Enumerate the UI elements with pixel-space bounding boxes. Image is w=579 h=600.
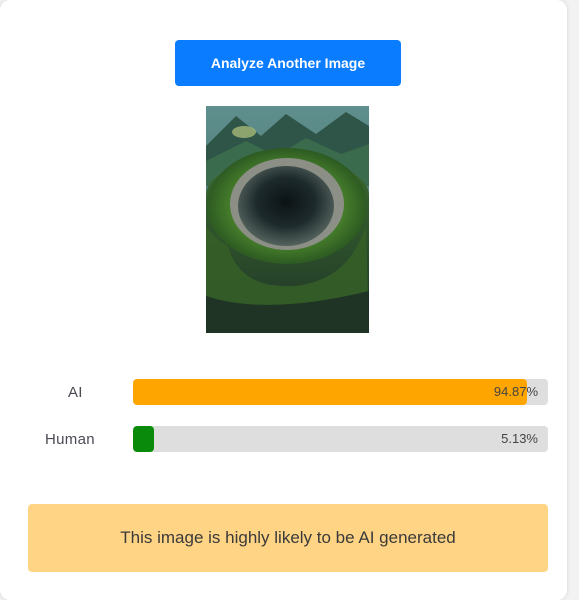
analyze-another-image-button[interactable]: Analyze Another Image <box>175 40 401 86</box>
result-card: Analyze Another Image AI 94.87% Human 5.… <box>0 0 567 600</box>
sinkhole-image <box>206 106 369 333</box>
human-probability-fill <box>133 426 155 452</box>
human-probability-bar: 5.13% <box>133 426 548 452</box>
analyzed-image-preview <box>206 106 369 333</box>
ai-label: AI <box>68 384 83 401</box>
verdict-banner: This image is highly likely to be AI gen… <box>28 504 548 572</box>
ai-percentage: 94.87% <box>493 384 538 399</box>
ai-probability-fill <box>133 379 527 405</box>
human-percentage: 5.13% <box>501 431 538 446</box>
ai-probability-bar: 94.87% <box>133 379 548 405</box>
human-label: Human <box>45 431 95 448</box>
